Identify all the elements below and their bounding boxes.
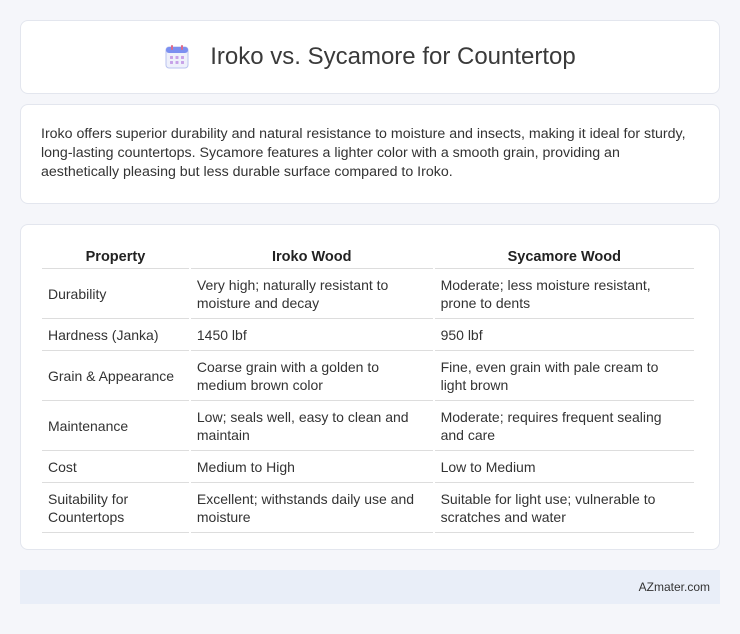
table-row: Hardness (Janka) 1450 lbf 950 lbf <box>42 319 694 351</box>
row-sycamore-value: Moderate; requires frequent sealing and … <box>434 401 694 451</box>
row-sycamore-value: Fine, even grain with pale cream to ligh… <box>434 351 694 401</box>
intro-text: Iroko offers superior durability and nat… <box>41 126 686 180</box>
comparison-table: Property Iroko Wood Sycamore Wood Durabi… <box>40 245 696 533</box>
footer-brand: AZmater.com <box>638 580 710 594</box>
title-card: Iroko vs. Sycamore for Countertop <box>20 20 720 94</box>
table-row: Maintenance Low; seals well, easy to cle… <box>42 401 694 451</box>
intro-card: Iroko offers superior durability and nat… <box>20 104 720 204</box>
page-title: Iroko vs. Sycamore for Countertop <box>210 43 576 70</box>
column-header-property: Property <box>42 245 189 269</box>
row-iroko-value: 1450 lbf <box>190 319 433 351</box>
row-property: Grain & Appearance <box>42 351 189 401</box>
comparison-card: Property Iroko Wood Sycamore Wood Durabi… <box>20 224 720 550</box>
row-property: Cost <box>42 451 189 483</box>
row-iroko-value: Coarse grain with a golden to medium bro… <box>190 351 433 401</box>
row-sycamore-value: Moderate; less moisture resistant, prone… <box>434 269 694 319</box>
calendar-icon <box>164 44 190 70</box>
table-row: Suitability for Countertops Excellent; w… <box>42 483 694 533</box>
row-property: Durability <box>42 269 189 319</box>
row-property: Hardness (Janka) <box>42 319 189 351</box>
column-header-iroko: Iroko Wood <box>190 245 433 269</box>
row-sycamore-value: Suitable for light use; vulnerable to sc… <box>434 483 694 533</box>
row-property: Maintenance <box>42 401 189 451</box>
row-property: Suitability for Countertops <box>42 483 189 533</box>
row-iroko-value: Medium to High <box>190 451 433 483</box>
row-iroko-value: Low; seals well, easy to clean and maint… <box>190 401 433 451</box>
table-row: Durability Very high; naturally resistan… <box>42 269 694 319</box>
row-iroko-value: Very high; naturally resistant to moistu… <box>190 269 433 319</box>
row-sycamore-value: Low to Medium <box>434 451 694 483</box>
row-sycamore-value: 950 lbf <box>434 319 694 351</box>
row-iroko-value: Excellent; withstands daily use and mois… <box>190 483 433 533</box>
table-header-row: Property Iroko Wood Sycamore Wood <box>42 245 694 269</box>
footer: AZmater.com <box>20 570 720 604</box>
table-row: Cost Medium to High Low to Medium <box>42 451 694 483</box>
table-row: Grain & Appearance Coarse grain with a g… <box>42 351 694 401</box>
column-header-sycamore: Sycamore Wood <box>434 245 694 269</box>
